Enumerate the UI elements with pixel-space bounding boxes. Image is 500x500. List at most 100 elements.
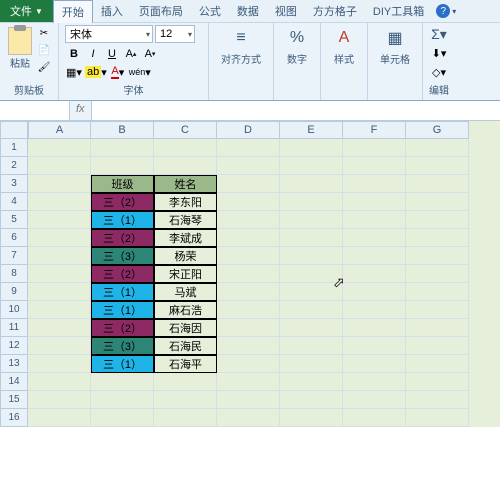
cell[interactable] bbox=[217, 301, 280, 319]
cell[interactable] bbox=[406, 283, 469, 301]
cell[interactable] bbox=[28, 157, 91, 175]
cell[interactable] bbox=[406, 211, 469, 229]
cell[interactable] bbox=[28, 175, 91, 193]
cell[interactable]: 麻石浩 bbox=[154, 301, 217, 319]
cell[interactable]: 班级 bbox=[91, 175, 154, 193]
cell[interactable]: 三（3） bbox=[91, 337, 154, 355]
cell[interactable] bbox=[406, 355, 469, 373]
cell[interactable] bbox=[406, 337, 469, 355]
col-header-E[interactable]: E bbox=[280, 121, 343, 139]
cell[interactable] bbox=[343, 265, 406, 283]
row-header[interactable]: 3 bbox=[0, 175, 28, 193]
align-button[interactable]: ≡对齐方式 bbox=[215, 25, 267, 68]
cell[interactable] bbox=[280, 355, 343, 373]
cell[interactable]: 三（1） bbox=[91, 283, 154, 301]
row-header[interactable]: 11 bbox=[0, 319, 28, 337]
cell[interactable] bbox=[343, 283, 406, 301]
font-size-combo[interactable]: 12 bbox=[155, 25, 195, 43]
cell[interactable] bbox=[217, 265, 280, 283]
cell[interactable]: 三（1） bbox=[91, 355, 154, 373]
fill-color-button[interactable]: ab▾ bbox=[84, 63, 108, 81]
cell[interactable] bbox=[406, 247, 469, 265]
row-header[interactable]: 9 bbox=[0, 283, 28, 301]
cell[interactable] bbox=[154, 391, 217, 409]
cell[interactable] bbox=[217, 175, 280, 193]
cell[interactable]: 石海琴 bbox=[154, 211, 217, 229]
row-header[interactable]: 14 bbox=[0, 373, 28, 391]
cell[interactable] bbox=[28, 373, 91, 391]
row-header[interactable]: 6 bbox=[0, 229, 28, 247]
cell[interactable] bbox=[343, 373, 406, 391]
cell[interactable] bbox=[91, 409, 154, 427]
cell[interactable] bbox=[343, 139, 406, 157]
cell[interactable] bbox=[28, 265, 91, 283]
col-header-C[interactable]: C bbox=[154, 121, 217, 139]
tab-file[interactable]: 文件▼ bbox=[0, 0, 53, 22]
cell[interactable] bbox=[217, 373, 280, 391]
cell[interactable] bbox=[280, 283, 343, 301]
tab-view[interactable]: 视图 bbox=[267, 0, 305, 22]
row-header[interactable]: 4 bbox=[0, 193, 28, 211]
formula-input[interactable] bbox=[92, 101, 500, 120]
font-name-combo[interactable]: 宋体 bbox=[65, 25, 153, 43]
col-header-F[interactable]: F bbox=[343, 121, 406, 139]
cell[interactable] bbox=[217, 337, 280, 355]
format-painter-icon[interactable]: 🖌 bbox=[36, 59, 52, 75]
row-header[interactable]: 1 bbox=[0, 139, 28, 157]
cell[interactable]: 三（2） bbox=[91, 193, 154, 211]
fill-button[interactable]: ⬇▾ bbox=[429, 44, 449, 62]
cell[interactable] bbox=[343, 247, 406, 265]
cell[interactable]: 三（1） bbox=[91, 301, 154, 319]
tab-formula[interactable]: 公式 bbox=[191, 0, 229, 22]
cell[interactable] bbox=[406, 409, 469, 427]
cell[interactable] bbox=[280, 211, 343, 229]
tab-layout[interactable]: 页面布局 bbox=[131, 0, 191, 22]
cell[interactable] bbox=[28, 229, 91, 247]
cell[interactable] bbox=[280, 175, 343, 193]
name-box[interactable] bbox=[0, 101, 70, 120]
shrink-font-button[interactable]: A▾ bbox=[141, 45, 159, 63]
cell[interactable] bbox=[406, 157, 469, 175]
row-header[interactable]: 12 bbox=[0, 337, 28, 355]
cell[interactable]: 石海平 bbox=[154, 355, 217, 373]
row-header[interactable]: 15 bbox=[0, 391, 28, 409]
cell[interactable] bbox=[280, 265, 343, 283]
cell[interactable] bbox=[28, 211, 91, 229]
chevron-down-icon[interactable]: ▾ bbox=[452, 7, 456, 16]
cell[interactable] bbox=[28, 391, 91, 409]
cell[interactable] bbox=[280, 247, 343, 265]
cell[interactable] bbox=[280, 373, 343, 391]
cell[interactable] bbox=[217, 193, 280, 211]
cell[interactable] bbox=[343, 319, 406, 337]
cell[interactable]: 杨荣 bbox=[154, 247, 217, 265]
cell[interactable] bbox=[154, 157, 217, 175]
cell[interactable] bbox=[343, 211, 406, 229]
number-button[interactable]: %数字 bbox=[280, 25, 314, 68]
cell[interactable] bbox=[91, 391, 154, 409]
tab-home[interactable]: 开始 bbox=[53, 0, 93, 23]
cell[interactable] bbox=[343, 175, 406, 193]
row-header[interactable]: 13 bbox=[0, 355, 28, 373]
underline-button[interactable]: U bbox=[103, 45, 121, 63]
select-all-corner[interactable] bbox=[0, 121, 28, 139]
cell[interactable] bbox=[343, 391, 406, 409]
row-header[interactable]: 16 bbox=[0, 409, 28, 427]
cell[interactable] bbox=[343, 193, 406, 211]
cell[interactable]: 石海因 bbox=[154, 319, 217, 337]
cell[interactable] bbox=[406, 265, 469, 283]
cell[interactable] bbox=[217, 283, 280, 301]
cell[interactable]: 三（2） bbox=[91, 319, 154, 337]
cell[interactable] bbox=[217, 247, 280, 265]
cell[interactable] bbox=[217, 409, 280, 427]
cell[interactable]: 李东阳 bbox=[154, 193, 217, 211]
cell[interactable] bbox=[28, 337, 91, 355]
cell[interactable] bbox=[280, 337, 343, 355]
cell[interactable] bbox=[154, 409, 217, 427]
bold-button[interactable]: B bbox=[65, 45, 83, 63]
cell[interactable] bbox=[91, 139, 154, 157]
row-header[interactable]: 5 bbox=[0, 211, 28, 229]
grow-font-button[interactable]: A▴ bbox=[122, 45, 140, 63]
cell[interactable] bbox=[406, 301, 469, 319]
font-color-button[interactable]: A▾ bbox=[109, 63, 127, 81]
cell[interactable] bbox=[28, 139, 91, 157]
